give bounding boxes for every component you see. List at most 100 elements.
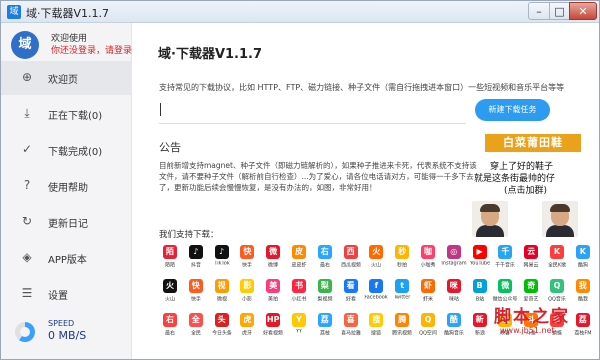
title-bar[interactable]: 域 域·下载器V1.1.7 – □ ✕ <box>1 1 599 23</box>
platform-logo[interactable]: 全全民 <box>182 313 210 343</box>
platform-logo[interactable]: 皮皮皮虾 <box>285 245 313 275</box>
platform-logo[interactable]: K 酷狗 <box>569 245 597 275</box>
platform-logo[interactable]: 火火山 <box>156 279 184 309</box>
platform-logo[interactable]: 梨梨视频 <box>311 279 339 309</box>
main-panel: 域·下载器V1.1.7 支持常见的下载协议，比如 HTTP、FTP、磁力链接、种… <box>132 23 599 359</box>
platform-logo[interactable]: Q QQ空间 <box>414 313 442 343</box>
platform-logo[interactable]: 咪咪咕 <box>440 279 468 309</box>
platform-icon: 头 <box>214 313 229 327</box>
sidebar-item-welcome[interactable]: ⊕ 欢迎页 <box>1 61 132 95</box>
platform-logo[interactable]: 快快手 <box>233 245 261 275</box>
login-link[interactable]: 你还没登录，请登录 <box>51 43 132 56</box>
platform-icon: ♪ <box>188 245 203 259</box>
platform-logo[interactable]: 云网易云 <box>517 245 545 275</box>
platform-icon: 咖 <box>421 245 435 259</box>
platform-label: 千千音乐 <box>495 262 516 269</box>
platform-label: YouTube <box>469 261 490 267</box>
close-button[interactable]: ✕ <box>569 2 597 20</box>
sidebar-item-changelog[interactable]: ↻ 更新日记 <box>1 205 132 239</box>
platform-logo[interactable]: 喜喜马拉雅 <box>337 313 365 343</box>
platform-label: 陌陌 <box>165 262 175 269</box>
sidebar-item-label: 使用帮助 <box>48 183 88 194</box>
platform-logo[interactable]: t Twitter <box>388 279 416 309</box>
platform-logo[interactable]: 影小影 <box>233 279 261 309</box>
platform-label: TikTok <box>213 261 230 267</box>
maximize-button[interactable]: □ <box>549 2 570 20</box>
supported-platforms-title: 我们支持下载： <box>159 230 219 240</box>
platform-logo[interactable]: 酷酷狗音乐 <box>440 313 468 343</box>
platform-logo[interactable]: 美美拍 <box>259 279 287 309</box>
platform-logo[interactable]: 右最右 <box>156 313 184 343</box>
platform-icon: 酷 <box>446 313 461 327</box>
sidebar-item-settings[interactable]: ☰ 设置 <box>1 277 132 311</box>
platform-logo[interactable]: 陌陌陌 <box>156 245 184 275</box>
platform-icon: ◎ <box>446 245 461 259</box>
ad-join-group-link[interactable]: (点击加群) <box>504 183 547 196</box>
avatar[interactable]: 域 <box>11 31 39 59</box>
sidebar-item-label: APP版本 <box>48 255 87 266</box>
platform-icon: 快 <box>188 279 203 293</box>
platform-icon: 全 <box>188 313 203 327</box>
platform-icon: Y <box>292 313 306 327</box>
platform-icon: 西 <box>343 245 358 259</box>
platform-label: 喜马拉雅 <box>340 330 361 337</box>
platform-icon: 火 <box>163 279 177 293</box>
sidebar-item-help[interactable]: ? 使用帮助 <box>1 169 132 203</box>
platform-logo[interactable]: K 全民K歌 <box>543 245 571 275</box>
platform-logo[interactable]: 右最右 <box>311 245 339 275</box>
download-icon: ⤓ <box>24 106 30 120</box>
platform-logo[interactable]: 西西瓜视频 <box>337 245 365 275</box>
settings-icon: ☰ <box>21 286 33 300</box>
platform-logo[interactable]: 虾虾米 <box>414 279 442 309</box>
platform-icon: t <box>395 279 410 293</box>
platform-label: 西瓜视频 <box>340 262 361 269</box>
platform-label: 荔枝 <box>319 330 330 337</box>
platform-logo[interactable]: 看好看 <box>337 279 365 309</box>
new-download-button[interactable]: 新建下载任务 <box>475 99 550 121</box>
page-title: 域·下载器V1.1.7 <box>158 47 263 62</box>
platform-logo[interactable]: 虎虎牙 <box>233 313 261 343</box>
platform-label: 新浪 <box>474 330 485 337</box>
platform-logo[interactable]: Y YY <box>285 313 313 343</box>
platform-label: 快手 <box>190 296 201 303</box>
platform-logo[interactable]: ◎ Instagram <box>440 245 468 275</box>
platform-label: Facebook <box>364 295 389 301</box>
platform-label: 好看 <box>345 296 356 303</box>
update-icon: ↻ <box>21 214 33 228</box>
platform-logo[interactable]: 荔荔枝 <box>311 313 339 343</box>
app-window: 域 域·下载器V1.1.7 – □ ✕ 域 欢迎使用 你还没登录，请登录 ⊕ 欢… <box>0 0 600 360</box>
platform-icon: 右 <box>163 313 177 327</box>
platform-logo[interactable]: 搜搜狐 <box>362 313 390 343</box>
url-input[interactable] <box>159 98 466 124</box>
platform-label: 小咖秀 <box>420 262 436 269</box>
platform-logo[interactable]: 千千千音乐 <box>491 245 519 275</box>
platform-logo[interactable]: 头今日头条 <box>208 313 236 343</box>
minimize-button[interactable]: – <box>528 2 550 20</box>
platform-logo[interactable]: 火火山 <box>362 245 390 275</box>
platform-icon: 奇 <box>524 279 539 293</box>
sidebar-item-app[interactable]: ◈ APP版本 <box>1 241 132 275</box>
platform-icon: ▶ <box>472 245 487 259</box>
platform-logo[interactable]: ♪ TikTok <box>208 245 236 275</box>
speed-value: 0 MB/S <box>48 329 87 342</box>
platform-icon: 微 <box>498 279 513 293</box>
platform-logo[interactable]: 腾腾讯视频 <box>388 313 416 343</box>
ad-banner[interactable]: 白菜莆田鞋 穿上了好的鞋子 就是这条街最帅的仔 (点击加群) <box>470 133 598 248</box>
platform-logo[interactable]: 微微博 <box>259 245 287 275</box>
platform-logo[interactable]: HP 好看视频 <box>259 313 287 343</box>
platform-logo[interactable]: 书小红书 <box>285 279 313 309</box>
platform-icon: 腾 <box>395 313 410 327</box>
platform-logo[interactable]: 快快手 <box>182 279 210 309</box>
platform-icon: 陌 <box>163 245 177 259</box>
sidebar-item-completed[interactable]: ✓ 下载完成(0) <box>1 133 132 167</box>
platform-logo[interactable]: ▶ YouTube <box>466 245 494 275</box>
platform-logo[interactable]: ♪ 抖音 <box>182 245 210 275</box>
platform-logo[interactable]: 秒秒拍 <box>388 245 416 275</box>
platform-logo[interactable]: 视微视 <box>208 279 236 309</box>
app-icon: 域 <box>7 5 21 19</box>
platform-logo[interactable]: f Facebook <box>362 279 390 309</box>
ad-title: 白菜莆田鞋 <box>485 134 581 152</box>
platform-label: 好看视频 <box>263 330 284 337</box>
sidebar-item-downloading[interactable]: ⤓ 正在下载(0) <box>1 97 132 131</box>
platform-logo[interactable]: 咖小咖秀 <box>414 245 442 275</box>
